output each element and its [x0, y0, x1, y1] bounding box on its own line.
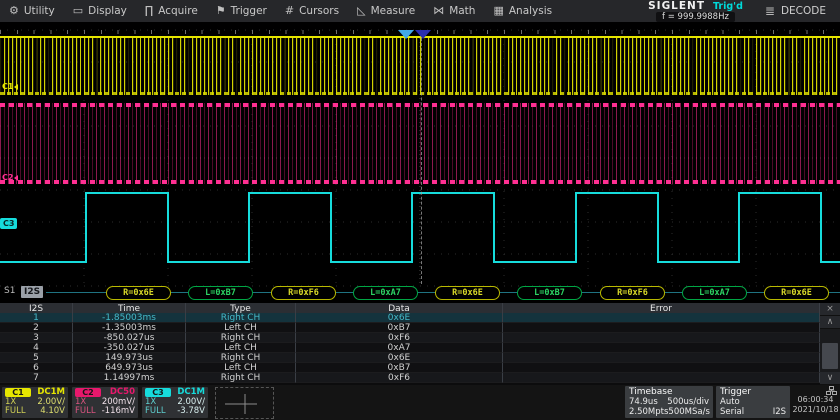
c1-badge: C1: [5, 388, 31, 397]
timebase-memory: 2.50Mpts: [629, 407, 668, 417]
brand-block: SIGLENT Trig'd f = 999.9988Hz: [644, 0, 747, 22]
menu-cursors[interactable]: # Cursors: [276, 0, 348, 22]
channel-box-c2[interactable]: C2 DC50 1X 200mV/ FULL -116mV: [72, 387, 138, 418]
menu-analysis[interactable]: ▦ Analysis: [484, 0, 561, 22]
menu-trigger-label: Trigger: [231, 5, 267, 17]
decode-menu-button[interactable]: ≣ DECODE: [747, 0, 840, 22]
c3-position-marker[interactable]: C3: [0, 218, 17, 229]
decode-result-table: I2S Time Type Data Error 1 -1.85003ms Ri…: [0, 303, 840, 385]
bus-protocol-badge: I2S: [21, 286, 43, 298]
channel-box-c3[interactable]: C3 DC1M 1X 2.00V/ FULL -3.78V: [142, 387, 208, 418]
scroll-up-icon[interactable]: ∧: [820, 316, 840, 329]
decode-segment: L=0xA7: [353, 286, 418, 300]
menu-cursors-label: Cursors: [299, 5, 339, 17]
channel-placeholder-box[interactable]: [215, 387, 274, 419]
menu-bar: ⚙ Utility ▭ Display ∏ Acquire ⚑ Trigger …: [0, 0, 840, 23]
trigger-box[interactable]: Trigger Auto Serial I2S: [716, 386, 790, 418]
table-close-button[interactable]: ×: [820, 303, 840, 316]
c2-bandwidth: FULL: [75, 407, 96, 417]
trigger-position-line: [421, 38, 422, 284]
c1-position-marker[interactable]: C1: [2, 82, 18, 91]
trigger-bus: I2S: [773, 407, 786, 417]
timebase-scale: 500us/div: [667, 397, 709, 407]
decode-segment: R=0x6E: [435, 286, 500, 300]
menu-display[interactable]: ▭ Display: [64, 0, 136, 22]
decode-segment: L=0xB7: [517, 286, 582, 300]
c2-badge: C2: [75, 388, 101, 397]
trigger-delay-marker-icon[interactable]: [398, 30, 414, 39]
trigger-position-marker-icon[interactable]: [415, 30, 431, 39]
decode-segment: L=0xA7: [682, 286, 747, 300]
trigger-status-badge: Trig'd: [713, 1, 743, 12]
c1-arrow-icon: [14, 84, 18, 90]
scrollbar-track[interactable]: [820, 329, 840, 372]
analysis-icon: ▦: [493, 0, 503, 22]
network-icon: [826, 386, 837, 395]
menu-utility[interactable]: ⚙ Utility: [0, 0, 64, 22]
c3-bandwidth: FULL: [145, 407, 166, 417]
c3-offset: -3.78V: [177, 407, 205, 417]
timebase-samplerate: 500MSa/s: [668, 407, 709, 417]
c3-waveform-path: [0, 193, 840, 262]
cursors-icon: #: [285, 0, 294, 22]
trigger-type: Serial: [720, 407, 744, 417]
trigger-title: Trigger: [720, 387, 786, 397]
menu-trigger[interactable]: ⚑ Trigger: [207, 0, 276, 22]
trigger-frequency-readout: f = 999.9988Hz: [656, 12, 735, 22]
display-icon: ▭: [73, 0, 83, 22]
menu-analysis-label: Analysis: [509, 5, 552, 17]
c1-offset: 4.10V: [40, 407, 65, 417]
menu-acquire[interactable]: ∏ Acquire: [136, 0, 207, 22]
c2-arrow-icon: [14, 175, 18, 181]
clock-date: 2021/10/18: [792, 405, 839, 415]
decode-segment: L=0xB7: [188, 286, 253, 300]
timebase-title: Timebase: [629, 387, 709, 397]
clock-time: 06:00:34: [792, 395, 839, 405]
timebase-delay: 74.9us: [629, 397, 658, 407]
menu-measure[interactable]: ◺ Measure: [348, 0, 424, 22]
menu-acquire-label: Acquire: [158, 5, 198, 17]
scroll-down-icon[interactable]: ∨: [820, 372, 840, 385]
gear-icon: ⚙: [9, 0, 19, 22]
flag-icon: ⚑: [216, 0, 226, 22]
menu-utility-label: Utility: [24, 5, 55, 17]
c1-bandwidth: FULL: [5, 407, 26, 417]
menu-measure-label: Measure: [371, 5, 416, 17]
timebase-box[interactable]: Timebase 74.9us 500us/div 2.50Mpts 500MS…: [625, 386, 713, 418]
oscilloscope-screen: ⚙ Utility ▭ Display ∏ Acquire ⚑ Trigger …: [0, 0, 840, 420]
math-icon: ⋈: [433, 0, 444, 22]
clock-box: 06:00:34 2021/10/18: [792, 386, 839, 418]
c2-position-marker[interactable]: C2: [2, 173, 18, 182]
c3-ws-waveform: [0, 22, 840, 303]
c3-badge: C3: [145, 388, 171, 397]
c2-offset: -116mV: [102, 407, 135, 417]
menu-math-label: Math: [449, 5, 475, 17]
siglent-logo: SIGLENT: [648, 0, 705, 12]
table-scrollbar: × ∧ ∨: [820, 303, 840, 385]
bus-source-label: S1: [4, 286, 15, 296]
waveform-display: C1 C2 C3 S1 I2S R=0x6E L=0xB7 R=0xF6 L=0…: [0, 22, 840, 303]
crosshair-icon: [223, 391, 267, 415]
decode-segment: R=0x6E: [764, 286, 829, 300]
measure-icon: ◺: [357, 0, 365, 22]
menu-display-label: Display: [88, 5, 127, 17]
decode-segment: R=0x6E: [106, 286, 171, 300]
channel-box-c1[interactable]: C1 DC1M 1X 2.00V/ FULL 4.10V: [2, 387, 68, 418]
decode-segment: R=0xF6: [600, 286, 665, 300]
status-bar: C1 DC1M 1X 2.00V/ FULL 4.10V C2 DC50 1X …: [0, 385, 840, 420]
list-icon: ≣: [765, 4, 775, 18]
decode-menu-label: DECODE: [781, 5, 826, 17]
scrollbar-thumb[interactable]: [822, 343, 838, 369]
acquire-icon: ∏: [145, 0, 153, 22]
trigger-mode: Auto: [720, 397, 740, 407]
menu-math[interactable]: ⋈ Math: [424, 0, 484, 22]
decode-segment: R=0xF6: [271, 286, 336, 300]
